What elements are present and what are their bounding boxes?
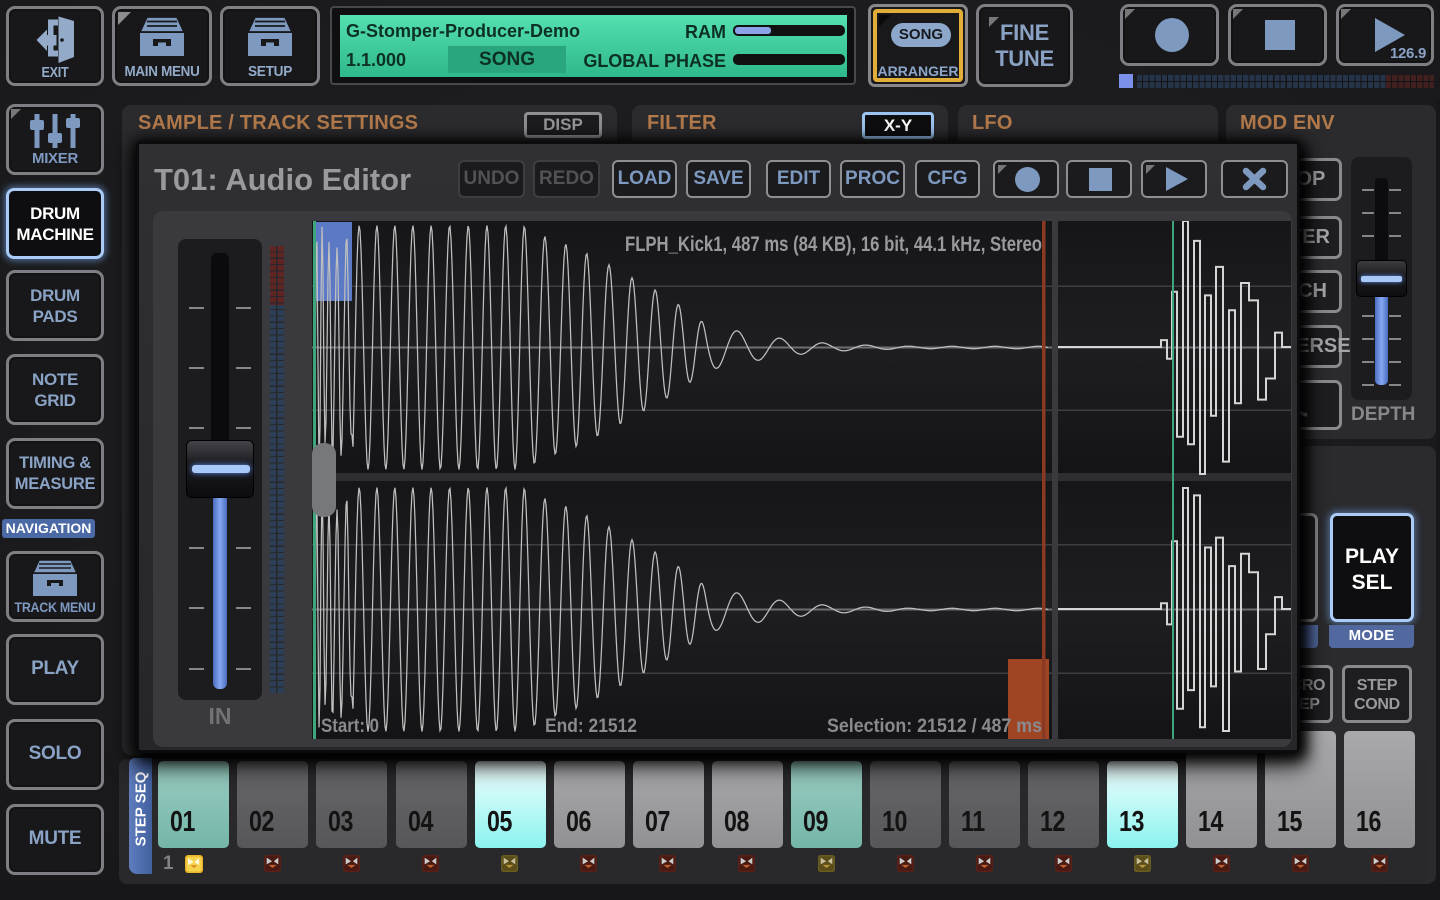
svg-text:MIXER: MIXER [32,150,78,167]
svg-text:TRACK MENU: TRACK MENU [15,599,96,615]
svg-text:SETUP: SETUP [248,64,293,80]
svg-text:MAIN MENU: MAIN MENU [125,64,200,80]
svg-text:End: 21512: End: 21512 [545,716,637,737]
svg-text:EXIT: EXIT [42,65,69,81]
svg-text:FLPH_Kick1, 487 ms (84 KB), 16: FLPH_Kick1, 487 ms (84 KB), 16 bit, 44.1… [625,232,1042,256]
svg-text:Selection: 21512 / 487 ms: Selection: 21512 / 487 ms [827,716,1042,737]
svg-text:Start: 0: Start: 0 [321,716,379,737]
